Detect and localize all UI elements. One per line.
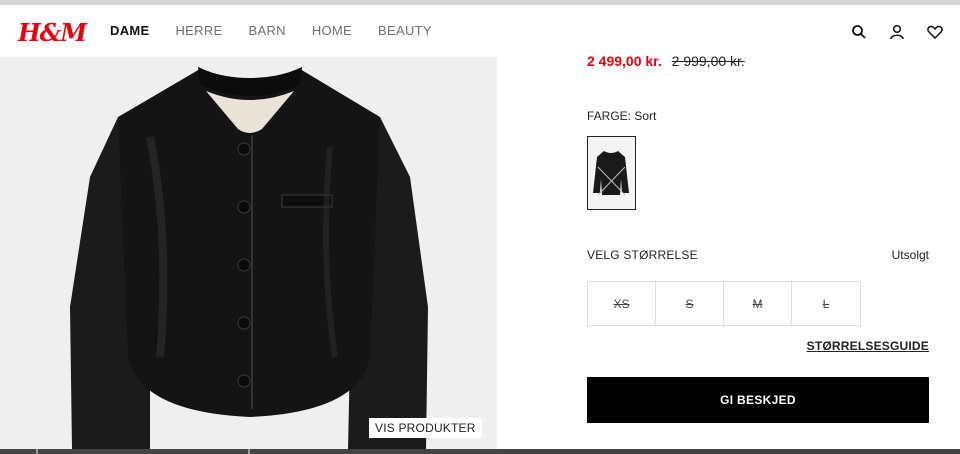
bottom-bar-marker (248, 449, 250, 454)
nav-item-beauty[interactable]: BEAUTY (378, 23, 432, 38)
header-icons (850, 23, 944, 41)
account-icon[interactable] (888, 23, 906, 41)
size-heading: VELG STØRRELSE (587, 248, 698, 262)
size-option-m[interactable]: M (724, 282, 792, 325)
product-image[interactable] (0, 57, 497, 449)
bottom-bar-marker (36, 449, 38, 454)
nav-item-herre[interactable]: HERRE (175, 23, 222, 38)
sale-price: 2 499,00 kr. (587, 53, 662, 69)
size-guide-link[interactable]: STØRRELSESGUIDE (807, 339, 929, 353)
availability-status: Utsolgt (891, 248, 929, 262)
color-swatch-black[interactable] (587, 136, 636, 210)
notify-me-button[interactable]: GI BESKJED (587, 377, 929, 423)
price-block: 2 499,00 kr. 2 999,00 kr. (587, 53, 745, 69)
size-option-xs[interactable]: XS (588, 282, 656, 325)
search-icon[interactable] (850, 23, 868, 41)
show-products-button[interactable]: VIS PRODUKTER (369, 418, 482, 438)
heart-icon[interactable] (926, 23, 944, 41)
color-label: FARGE: Sort (587, 109, 657, 123)
nav-item-barn[interactable]: BARN (249, 23, 286, 38)
nav-item-home[interactable]: HOME (312, 23, 352, 38)
original-price: 2 999,00 kr. (671, 53, 745, 69)
size-option-s[interactable]: S (656, 282, 724, 325)
main-nav: DAME HERRE BARN HOME BEAUTY (110, 23, 432, 38)
hm-logo[interactable]: H&M (18, 18, 87, 47)
size-selector: XS S M L (587, 281, 861, 326)
site-header: H&M DAME HERRE BARN HOME BEAUTY (0, 5, 960, 57)
jacket-thumbnail (593, 151, 629, 196)
size-option-l[interactable]: L (792, 282, 860, 325)
nav-item-dame[interactable]: DAME (110, 23, 149, 38)
bottom-bar (0, 449, 960, 454)
leather-jacket-image (0, 57, 497, 449)
